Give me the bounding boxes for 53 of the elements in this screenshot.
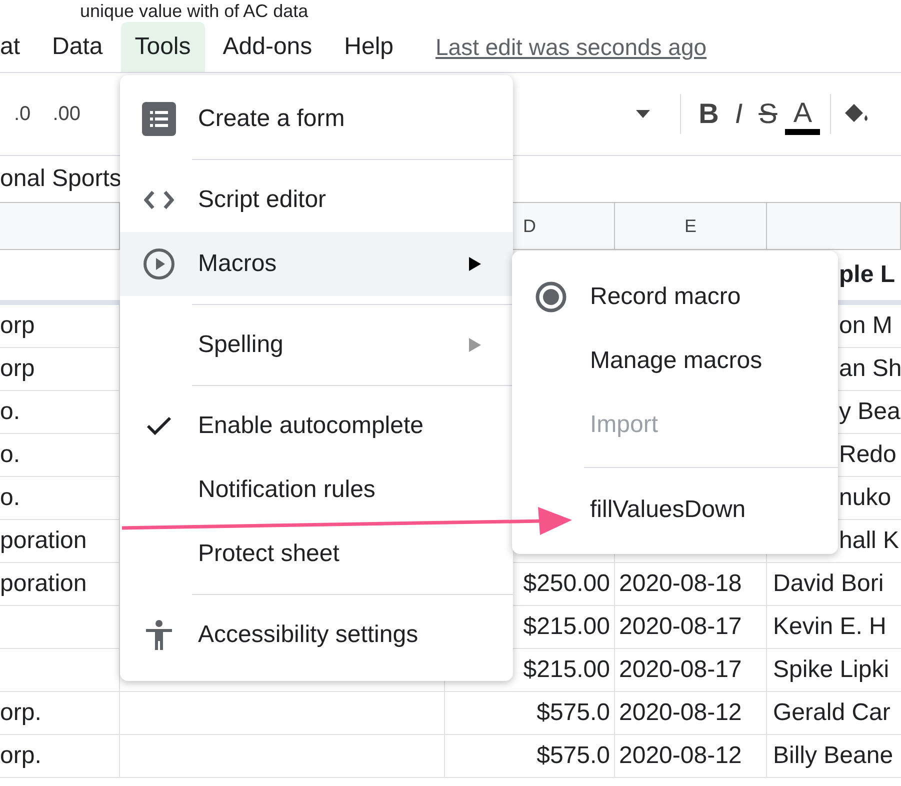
menu-item[interactable]: Enable autocomplete <box>120 394 513 458</box>
last-edit-link[interactable]: Last edit was seconds ago <box>436 34 707 60</box>
menu-item[interactable]: Manage macros <box>512 329 838 393</box>
italic-button[interactable]: I <box>726 94 751 134</box>
table-cell-text: an Sh <box>838 354 901 384</box>
table-cell-text: hall K <box>838 526 900 556</box>
column-header[interactable]: E <box>615 203 767 249</box>
submenu-arrow-icon <box>469 338 481 352</box>
record-icon <box>535 281 567 313</box>
table-cell-text: Redo <box>838 440 898 470</box>
text-color-button[interactable]: A <box>785 93 820 135</box>
table-cell: orp. <box>0 735 120 777</box>
table-cell-text: Spike Lipki <box>772 655 890 685</box>
menu-item[interactable]: Spelling <box>120 313 513 377</box>
menu-item[interactable]: Record macro <box>512 265 838 329</box>
menu-item[interactable]: Notification rules <box>120 458 513 522</box>
increase-decimal-button[interactable]: .00 <box>44 98 88 130</box>
formula-bar-text: onal Sports <box>0 165 122 193</box>
table-cell: orp. <box>0 692 120 734</box>
menu-item[interactable]: Tools <box>120 22 205 72</box>
table-cell: 2020-08-17 <box>615 606 767 648</box>
table-cell-text: nuko <box>838 483 892 513</box>
submenu-arrow-icon <box>469 257 481 271</box>
accessibility-icon <box>146 620 172 650</box>
table-cell: $575.0 <box>445 692 615 734</box>
menu-item[interactable]: Add-ons <box>208 22 326 72</box>
play-icon <box>143 248 175 280</box>
dropdown-caret-icon[interactable] <box>636 110 650 118</box>
menu-item[interactable]: Data <box>38 22 117 72</box>
table-cell-text: on M <box>838 311 894 341</box>
decrease-decimal-button[interactable]: .0 <box>6 98 39 130</box>
table-cell-text: Billy Beane <box>772 741 894 771</box>
document-title: unique value with of AC data <box>79 0 308 22</box>
menu-item[interactable]: Help <box>330 22 408 72</box>
table-cell-text: Kevin E. H <box>772 612 888 642</box>
check-icon <box>146 416 172 436</box>
menu-item[interactable]: at <box>0 22 34 72</box>
table-cell: 2020-08-18 <box>615 563 767 605</box>
table-cell-text: y Bea <box>838 397 901 427</box>
table-cell-text: Gerald Car <box>772 698 892 728</box>
table-cell-text: David Bori <box>772 569 885 599</box>
table-header-cell-text: ple L <box>838 260 896 290</box>
table-cell: 2020-08-12 <box>615 692 767 734</box>
menu-item[interactable]: Create a form <box>120 87 513 151</box>
table-cell: 2020-08-17 <box>615 649 767 691</box>
table-cell: 2020-08-12 <box>615 735 767 777</box>
form-icon <box>142 102 176 136</box>
code-icon <box>144 190 174 210</box>
menu-item[interactable]: fillValuesDown <box>512 478 838 542</box>
table-cell: $575.0 <box>445 735 615 777</box>
strikethrough-button[interactable]: S <box>750 94 786 134</box>
menu-item[interactable]: Macros <box>120 232 513 296</box>
bold-button[interactable]: B <box>690 94 727 134</box>
